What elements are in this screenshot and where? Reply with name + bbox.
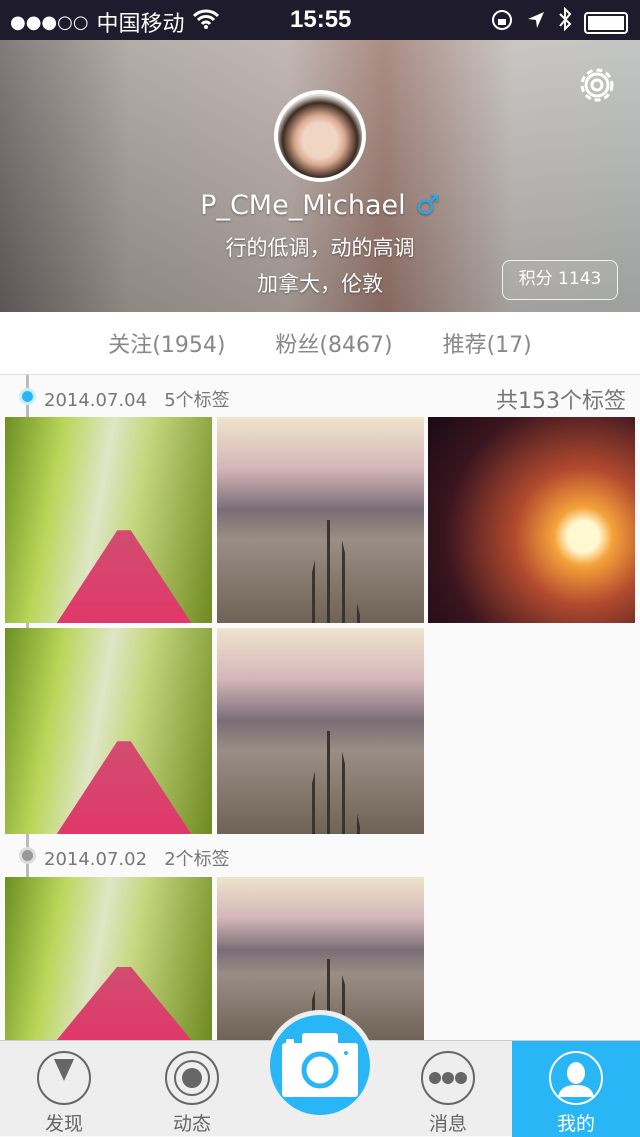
camera-icon bbox=[282, 1033, 358, 1097]
stats-bar: 关注(1954) 粉丝(8467) 推荐(17) bbox=[0, 312, 640, 375]
bio-line: 行的低调，动的高调 bbox=[225, 236, 415, 260]
profile-header: P_CMe_Michael ♂ 行的低调，动的高调 加拿大，伦敦 积分 1143 bbox=[0, 40, 640, 312]
gender-male-icon: ♂ bbox=[415, 190, 440, 221]
photo-thumbnail[interactable] bbox=[217, 417, 424, 623]
wifi-icon bbox=[192, 9, 219, 35]
timeline-date: 2014.07.02 2个标签 bbox=[44, 849, 230, 870]
location-icon bbox=[526, 10, 546, 36]
compass-icon bbox=[37, 1051, 91, 1105]
recommended-link[interactable]: 推荐(17) bbox=[443, 327, 532, 359]
avatar[interactable] bbox=[274, 90, 366, 182]
bluetooth-icon bbox=[558, 6, 572, 39]
following-link[interactable]: 关注(1954) bbox=[108, 327, 225, 359]
photo-thumbnail[interactable] bbox=[5, 628, 212, 834]
settings-gear-icon[interactable] bbox=[574, 62, 620, 108]
target-icon bbox=[165, 1051, 219, 1105]
signal-icon: ●●●○○ bbox=[10, 11, 89, 33]
photo-thumbnail[interactable] bbox=[5, 877, 212, 1040]
photo-thumbnail[interactable] bbox=[217, 628, 424, 834]
photo-thumbnail[interactable] bbox=[428, 417, 635, 623]
clock: 15:55 bbox=[290, 6, 352, 33]
user-icon bbox=[549, 1051, 603, 1105]
photo-thumbnail[interactable] bbox=[5, 417, 212, 623]
timeline-dot-active bbox=[19, 388, 36, 405]
tab-feed[interactable]: 动态 bbox=[128, 1041, 256, 1137]
score-button[interactable]: 积分 1143 bbox=[502, 260, 618, 300]
more-dots-icon bbox=[421, 1051, 475, 1105]
carrier: 中国移动 bbox=[96, 12, 185, 37]
username: P_CMe_Michael bbox=[200, 190, 406, 221]
total-tags: 共153个标签 bbox=[496, 389, 626, 414]
battery-icon bbox=[584, 12, 628, 34]
timeline-dot bbox=[19, 847, 36, 864]
camera-button[interactable] bbox=[265, 1010, 375, 1120]
rotation-lock-icon bbox=[490, 8, 514, 38]
tab-discover[interactable]: 发现 bbox=[0, 1041, 128, 1137]
followers-link[interactable]: 粉丝(8467) bbox=[275, 327, 392, 359]
tab-me[interactable]: 我的 bbox=[512, 1041, 640, 1137]
tab-messages[interactable]: 消息 bbox=[384, 1041, 512, 1137]
status-bar: ●●●○○ 中国移动 15:55 bbox=[0, 0, 640, 40]
timeline-date: 2014.07.04 5个标签 bbox=[44, 390, 230, 411]
